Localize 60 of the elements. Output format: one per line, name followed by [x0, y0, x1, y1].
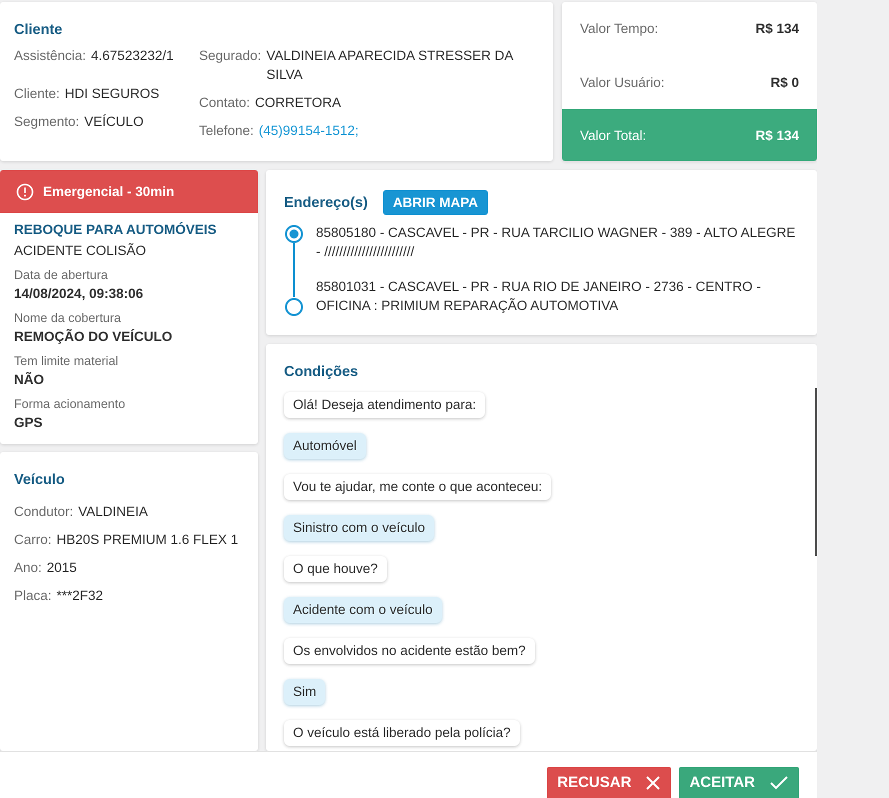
timeline-line [293, 243, 295, 297]
section-title: Endereço(s) [284, 194, 368, 210]
answer-bubble: Sinistro com o veículo [284, 515, 434, 541]
close-icon [645, 774, 662, 790]
field-value: CORRETORA [255, 94, 342, 112]
field-value: NÃO [14, 372, 45, 387]
field-value: VALDINEIA APARECIDA STRESSER DA SILVA [266, 47, 514, 84]
field-value: 2015 [46, 559, 77, 577]
answer-bubble: Acidente com o veículo [284, 597, 442, 623]
field-label: Forma acionamento [14, 397, 126, 411]
answer-bubble: Automóvel [284, 433, 366, 459]
field-value: VEÍCULO [84, 113, 144, 131]
field-label: Telefone: [199, 122, 254, 140]
field-label: Assistência: [14, 47, 86, 65]
field-value: HDI SEGUROS [64, 85, 160, 103]
section-title: Cliente [14, 22, 64, 38]
section-title: Veículo [14, 472, 66, 488]
open-map-button[interactable]: ABRIR MAPA [382, 190, 488, 215]
question-bubble: Vou te ajudar, me conte o que aconteceu: [284, 474, 552, 500]
question-bubble: Olá! Deseja atendimento para: [284, 392, 486, 418]
question-bubble: O que houve? [284, 556, 387, 582]
field-value: GPS [14, 415, 44, 430]
value-label: Valor Total: [580, 128, 646, 142]
field-label: Carro: [14, 531, 52, 549]
field-label: Segmento: [14, 113, 80, 131]
value-label: Valor Usuário: [580, 74, 665, 90]
scrollbar[interactable] [815, 388, 817, 556]
value-label: Valor Tempo: [580, 21, 658, 36]
section-title: Condições [284, 364, 360, 380]
amount: R$ 0 [770, 74, 799, 90]
field-label: Tem limite material [14, 354, 120, 368]
priority-text: Emergencial - 30min [43, 184, 174, 199]
check-icon [769, 774, 789, 790]
field-label: Ano: [14, 559, 42, 577]
field-label: Segurado: [199, 47, 262, 65]
amount: R$ 134 [755, 128, 799, 142]
address-text: 85801031 - CASCAVEL - PR - RUA RIO DE JANEIRO - 2736 - CENTRO - OFICINA : PRIMIUM REPARAÇÃO AUTOMOTIVA [316, 278, 762, 315]
field-label: Contato: [199, 94, 250, 112]
service-subtitle: ACIDENTE COLISÃO [14, 243, 148, 258]
field-value: 14/08/2024, 09:38:06 [14, 286, 144, 301]
answer-bubble: Sim [284, 679, 326, 705]
phone-link[interactable]: (45)99154-1512; [258, 121, 359, 140]
address-text: 85805180 - CASCAVEL - PR - RUA TARCILIO WAGNER - 389 - ALTO ALEGRE - //////////////////////// [316, 224, 796, 261]
accept-button[interactable]: ACEITAR [679, 767, 799, 798]
field-label: Condutor: [14, 503, 74, 521]
field-value: HB20S PREMIUM 1.6 FLEX 1 [56, 531, 238, 549]
field-label: Placa: [14, 587, 52, 605]
info-icon [16, 182, 34, 200]
field-label: Cliente: [14, 85, 60, 103]
field-value: VALDINEIA [78, 503, 148, 521]
field-value: REMOÇÃO DO VEÍCULO [14, 329, 174, 344]
service-title: REBOQUE PARA AUTOMÓVEIS [14, 222, 218, 237]
field-value: ***2F32 [56, 587, 104, 605]
question-bubble: Os envolvidos no acidente estão bem? [284, 638, 535, 664]
field-value: 4.67523232/1 [91, 47, 174, 65]
reject-button[interactable]: RECUSAR [547, 767, 672, 798]
field-label: Nome da cobertura [14, 311, 122, 325]
amount: R$ 134 [755, 21, 799, 36]
field-label: Data de abertura [14, 268, 109, 282]
question-bubble: O veículo está liberado pela polícia? [284, 720, 520, 746]
